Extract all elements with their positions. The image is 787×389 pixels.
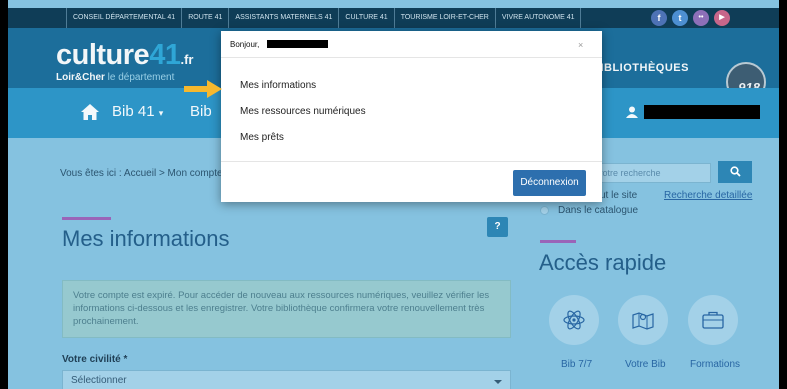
toplink-culture[interactable]: CULTURE 41 [339,8,395,28]
top-bar: CONSEIL DÉPARTEMENTAL 41 ROUTE 41 ASSIST… [8,8,779,28]
account-modal: Bonjour, × Mes informations Mes ressourc… [221,31,602,202]
logo-suffix: .fr [180,52,194,67]
menu-item-ressources-numeriques[interactable]: Mes ressources numériques [240,106,366,117]
arrow-pointer-icon [184,80,222,98]
facebook-icon[interactable]: f [651,10,667,26]
user-icon [626,106,638,118]
bibliotheques-link[interactable]: BIBLIOTHÈQUES [592,62,689,74]
quick-label-votre-bib[interactable]: Votre Bib [625,359,666,370]
atom-icon [563,310,585,330]
chevron-down-icon: ▾ [158,108,164,118]
modal-greeting: Bonjour, [230,40,260,49]
nav-item-bib41-label: Bib 41 [112,103,155,120]
user-account-redacted[interactable] [644,105,760,119]
menu-item-mes-informations[interactable]: Mes informations [240,80,316,91]
partner-links: CONSEIL DÉPARTEMENTAL 41 ROUTE 41 ASSIST… [66,8,582,28]
page-frame: CONSEIL DÉPARTEMENTAL 41 ROUTE 41 ASSIST… [8,0,779,389]
twitter-icon[interactable]: t [672,10,688,26]
search-option-catalogue[interactable]: Dans le catalogue [558,205,638,216]
search-button[interactable] [718,161,752,183]
nav-item-bib41[interactable]: Bib 41 ▾ [112,103,163,120]
chevron-down-icon [494,380,502,384]
quick-access-title: Accès rapide [539,250,667,275]
logo-number: 41 [149,39,181,71]
civility-select-value: Sélectionner [71,375,127,386]
close-icon[interactable]: × [578,40,583,50]
logout-button[interactable]: Déconnexion [513,170,586,196]
expired-notice: Votre compte est expiré. Pour accéder de… [62,280,511,338]
toplink-route[interactable]: ROUTE 41 [182,8,230,28]
breadcrumb: Vous êtes ici : Accueil > Mon compte [60,168,223,179]
search-input[interactable]: votre recherche [594,163,711,183]
quick-access-accent-rule [540,240,576,243]
toplink-assistants[interactable]: ASSISTANTS MATERNELS 41 [229,8,340,28]
menu-item-mes-prets[interactable]: Mes prêts [240,132,284,143]
logo-sub-rest: le département [104,72,175,83]
logo-word: culture [56,39,150,71]
home-icon[interactable] [80,103,100,121]
flickr-icon[interactable]: •• [693,10,709,26]
logo-subtitle: Loir&Cher le département [56,72,174,83]
search-option-site[interactable]: ut le site [600,190,637,201]
logo-sub-bold: Loir&Cher [56,72,105,83]
quick-access-votre-bib[interactable] [618,295,668,345]
quick-label-bib77[interactable]: Bib 7/7 [561,359,592,370]
civility-label: Votre civilité * [62,354,128,365]
modal-footer-divider [221,161,602,162]
map-icon [632,312,654,330]
youtube-icon[interactable]: ▶ [714,10,730,26]
toplink-tourisme[interactable]: TOURISME LOIR-ET-CHER [395,8,496,28]
help-button[interactable]: ? [487,217,508,237]
redacted-username [267,40,328,48]
briefcase-icon [702,311,724,329]
page-title: Mes informations [62,226,230,251]
site-logo[interactable]: culture41.fr [56,41,193,74]
nav-item-bib[interactable]: Bib [190,103,212,120]
civility-select[interactable]: Sélectionner [62,370,511,389]
quick-access-bib77[interactable] [549,295,599,345]
quick-access-formations[interactable] [688,295,738,345]
radio-catalogue[interactable] [540,206,549,215]
search-icon [729,166,741,177]
advanced-search-link[interactable]: Recherche detaillée [664,190,752,201]
modal-header-divider [221,57,602,58]
title-accent-rule [62,217,111,220]
toplink-vivre[interactable]: VIVRE AUTONOME 41 [496,8,582,28]
quick-label-formations[interactable]: Formations [690,359,740,370]
toplink-conseil[interactable]: CONSEIL DÉPARTEMENTAL 41 [66,8,183,28]
